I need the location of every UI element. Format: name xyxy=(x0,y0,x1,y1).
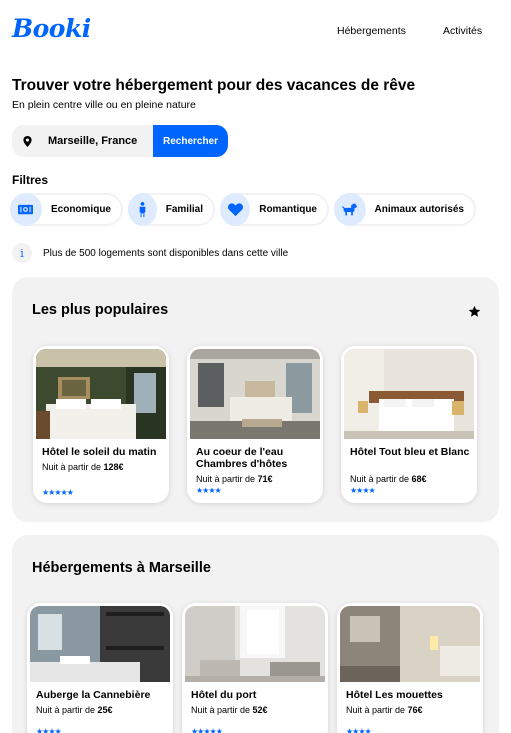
rating-stars: ★★★★ xyxy=(36,727,62,733)
booki-logo[interactable]: Booki xyxy=(12,14,91,43)
hotel-name: Hôtel le soleil du matin xyxy=(42,446,157,458)
info-icon: i xyxy=(12,243,32,263)
hotel-photo xyxy=(340,606,480,682)
rating-stars: ★★★★★ xyxy=(191,727,223,733)
hotel-card[interactable]: Au coeur de l'eau Chambres d'hôtes Nuit … xyxy=(187,346,323,503)
star-icon xyxy=(468,305,481,317)
hotel-price: Nuit à partir de 128€ xyxy=(42,462,124,472)
hotel-card[interactable]: Hôtel le soleil du matin Nuit à partir d… xyxy=(33,346,169,503)
hotel-price: Nuit à partir de 76€ xyxy=(346,705,423,715)
hotel-price: Nuit à partir de 71€ xyxy=(196,474,273,484)
filter-label: Economique xyxy=(50,204,111,215)
heart-icon xyxy=(220,193,251,226)
filter-economique[interactable]: Economique xyxy=(10,193,123,226)
hotel-card[interactable]: Hôtel Tout bleu et Blanc Nuit à partir d… xyxy=(341,346,477,503)
hotel-name: Auberge la Cannebière xyxy=(36,689,151,701)
hotel-photo xyxy=(36,349,166,439)
rating-stars: ★★★★★ xyxy=(42,488,74,497)
hotel-photo xyxy=(185,606,325,682)
search-bar: Marseille, France Rechercher xyxy=(12,125,228,157)
nav-link-hebergements[interactable]: Hébergements xyxy=(337,25,406,37)
page-subtitle: En plein centre ville ou en pleine natur… xyxy=(12,99,196,111)
hotel-name: Hôtel du port xyxy=(191,689,257,701)
filter-label: Familial xyxy=(165,204,203,215)
search-input[interactable]: Marseille, France xyxy=(12,125,153,157)
hotel-name: Au coeur de l'eau Chambres d'hôtes xyxy=(196,446,288,470)
filter-familial[interactable]: Familial xyxy=(128,193,215,226)
filter-label: Animaux autorisés xyxy=(374,204,464,215)
hotel-card[interactable]: Hôtel du port Nuit à partir de 52€ ★★★★★ xyxy=(182,603,328,733)
hotel-photo xyxy=(344,349,474,439)
hotel-price: Nuit à partir de 52€ xyxy=(191,705,268,715)
header: Booki Hébergements Activités xyxy=(0,0,511,62)
page-title: Trouver votre hébergement pour des vacan… xyxy=(12,77,416,94)
money-icon xyxy=(10,193,42,226)
section-title: Hébergements à Marseille xyxy=(32,560,211,576)
dog-icon xyxy=(334,193,366,226)
info-banner: i Plus de 500 logements sont disponibles… xyxy=(12,243,288,263)
marseille-section: Hébergements à Marseille Auberge la Cann… xyxy=(12,535,499,733)
hotel-photo xyxy=(30,606,170,682)
filter-label: Romantique xyxy=(259,204,317,215)
hotel-name: Hôtel Les mouettes xyxy=(346,689,443,701)
hotel-photo xyxy=(190,349,320,439)
hotel-name: Hôtel Tout bleu et Blanc xyxy=(350,446,470,458)
hotel-card[interactable]: Auberge la Cannebière Nuit à partir de 2… xyxy=(27,603,173,733)
location-pin-icon xyxy=(23,135,32,147)
search-button[interactable]: Rechercher xyxy=(153,125,228,157)
info-text: Plus de 500 logements sont disponibles d… xyxy=(43,247,289,259)
section-title: Les plus populaires xyxy=(32,302,169,318)
filter-romantique[interactable]: Romantique xyxy=(220,193,329,226)
filters-heading: Filtres xyxy=(12,173,49,187)
hotel-price: Nuit à partir de 25€ xyxy=(36,705,113,715)
rating-stars: ★★★★ xyxy=(350,486,376,495)
search-value: Marseille, France xyxy=(48,135,138,147)
popular-section: Les plus populaires Hôtel le soleil du m… xyxy=(12,277,499,522)
person-icon xyxy=(128,193,157,226)
filter-animaux[interactable]: Animaux autorisés xyxy=(334,193,476,226)
rating-stars: ★★★★ xyxy=(196,486,222,495)
nav-link-activites[interactable]: Activités xyxy=(443,25,482,37)
rating-stars: ★★★★ xyxy=(346,727,372,733)
hotel-card[interactable]: Hôtel Les mouettes Nuit à partir de 76€ … xyxy=(337,603,483,733)
hotel-price: Nuit à partir de 68€ xyxy=(350,474,427,484)
